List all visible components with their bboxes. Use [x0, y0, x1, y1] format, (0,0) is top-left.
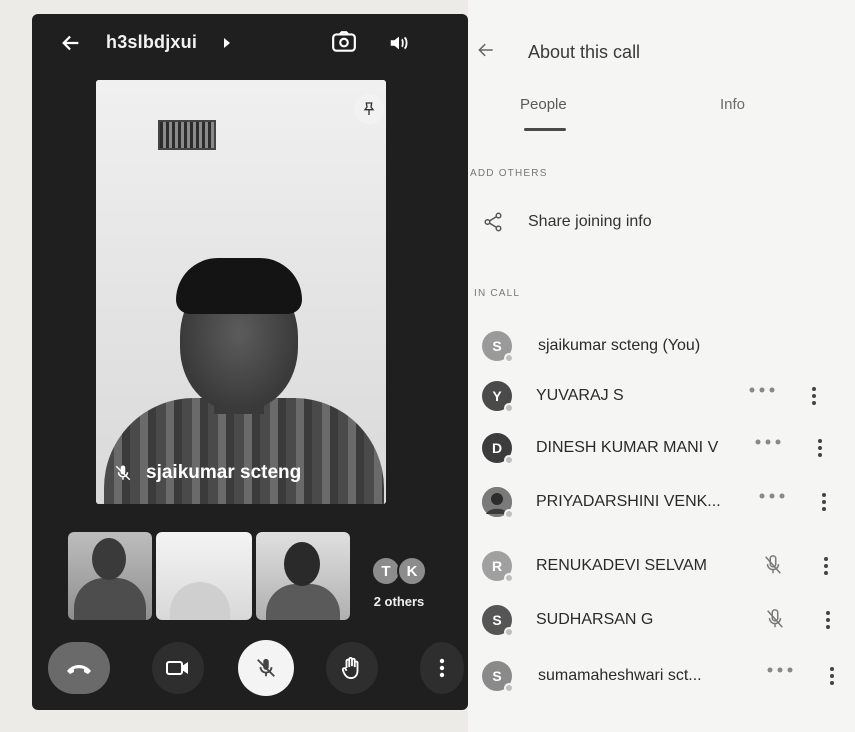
- avatar: D: [482, 433, 514, 465]
- speaking-indicator-icon: [758, 492, 786, 500]
- participant-row[interactable]: R RENUKADEVI SELVAM: [482, 546, 854, 586]
- end-call-button[interactable]: [48, 642, 110, 694]
- participant-name: sjaikumar scteng (You): [538, 337, 701, 354]
- speaker-icon[interactable]: [386, 30, 412, 56]
- others-count-label: 2 others: [373, 594, 425, 609]
- camera-toggle-button[interactable]: [152, 642, 204, 694]
- participant-row[interactable]: S sjaikumar scteng (You): [482, 326, 854, 366]
- avatar: R: [482, 551, 514, 583]
- pin-icon[interactable]: [354, 94, 384, 124]
- participant-menu-icon[interactable]: [822, 555, 830, 577]
- participant-name: PRIYADARSHINI VENK...: [536, 493, 721, 510]
- tab-people[interactable]: People: [520, 96, 567, 113]
- participant-name: SUDHARSAN G: [536, 611, 654, 628]
- mic-off-icon: [764, 608, 786, 630]
- participant-row[interactable]: S sumamaheshwari sct...: [482, 656, 854, 696]
- in-call-header: IN CALL: [474, 288, 521, 299]
- participant-row[interactable]: Y YUVARAJ S: [482, 376, 854, 416]
- phone-hangup-icon: [67, 665, 91, 674]
- main-speaker-name: sjaikumar scteng: [146, 462, 302, 483]
- mic-off-icon: [115, 465, 131, 481]
- panel-title: About this call: [528, 42, 641, 62]
- mic-toggle-button[interactable]: [238, 640, 294, 696]
- speaker-hair: [176, 258, 302, 314]
- more-vertical-icon: [439, 658, 445, 678]
- hand-icon: [341, 657, 359, 680]
- back-arrow-icon[interactable]: [476, 40, 498, 62]
- avatar: Y: [482, 381, 514, 413]
- participant-name: YUVARAJ S: [536, 387, 624, 404]
- participant-thumbnails: T K 2 others: [68, 532, 468, 622]
- raise-hand-button[interactable]: [326, 642, 378, 694]
- video-camera-icon: [166, 661, 188, 675]
- participant-menu-icon[interactable]: [810, 385, 818, 407]
- avatar: S: [482, 605, 514, 637]
- tab-info[interactable]: Info: [720, 96, 745, 113]
- share-joining-info-button[interactable]: Share joining info: [482, 210, 652, 234]
- mic-off-icon: [762, 554, 784, 576]
- meeting-code[interactable]: h3slbdjxui: [106, 32, 197, 53]
- avatar: S: [482, 331, 514, 363]
- participant-name: RENUKADEVI SELVAM: [536, 557, 708, 574]
- active-tab-indicator: [524, 128, 566, 131]
- participant-menu-icon[interactable]: [828, 665, 836, 687]
- avatar: [482, 487, 514, 519]
- participant-thumbnail[interactable]: [156, 532, 252, 620]
- call-controls: [32, 638, 468, 698]
- others-tile[interactable]: T K 2 others: [364, 556, 434, 609]
- participant-menu-icon[interactable]: [824, 609, 832, 631]
- mic-off-icon: [257, 658, 275, 677]
- participant-row[interactable]: PRIYADARSHINI VENK...: [482, 482, 854, 522]
- caret-right-icon[interactable]: [222, 36, 232, 50]
- participant-name: DINESH KUMAR MANI V: [536, 439, 719, 456]
- participant-row[interactable]: D DINESH KUMAR MANI V: [482, 428, 854, 468]
- wall-window: [158, 120, 216, 150]
- switch-camera-icon[interactable]: [330, 28, 358, 56]
- main-video-tile[interactable]: [96, 80, 386, 504]
- participant-name: sumamaheshwari sct...: [538, 667, 702, 684]
- speaking-indicator-icon: [766, 666, 794, 674]
- call-screen: h3slbdjxui sjaikumar scteng T K 2 others: [32, 14, 468, 710]
- participant-thumbnail[interactable]: [256, 532, 350, 620]
- avatar: K: [397, 556, 427, 586]
- speaking-indicator-icon: [754, 438, 782, 446]
- about-call-panel: About this call People Info ADD OTHERS S…: [468, 0, 855, 732]
- participant-thumbnail[interactable]: [68, 532, 152, 620]
- back-arrow-icon[interactable]: [58, 30, 84, 56]
- share-label: Share joining info: [528, 213, 652, 230]
- more-options-button[interactable]: [420, 642, 464, 694]
- share-icon: [484, 212, 502, 232]
- call-top-bar: h3slbdjxui: [32, 14, 468, 70]
- main-speaker-label: sjaikumar scteng: [114, 462, 301, 484]
- avatar: S: [482, 661, 514, 693]
- participant-row[interactable]: S SUDHARSAN G: [482, 600, 854, 640]
- speaking-indicator-icon: [748, 386, 776, 394]
- participant-menu-icon[interactable]: [816, 437, 824, 459]
- participant-menu-icon[interactable]: [820, 491, 828, 513]
- add-others-header: ADD OTHERS: [470, 168, 548, 179]
